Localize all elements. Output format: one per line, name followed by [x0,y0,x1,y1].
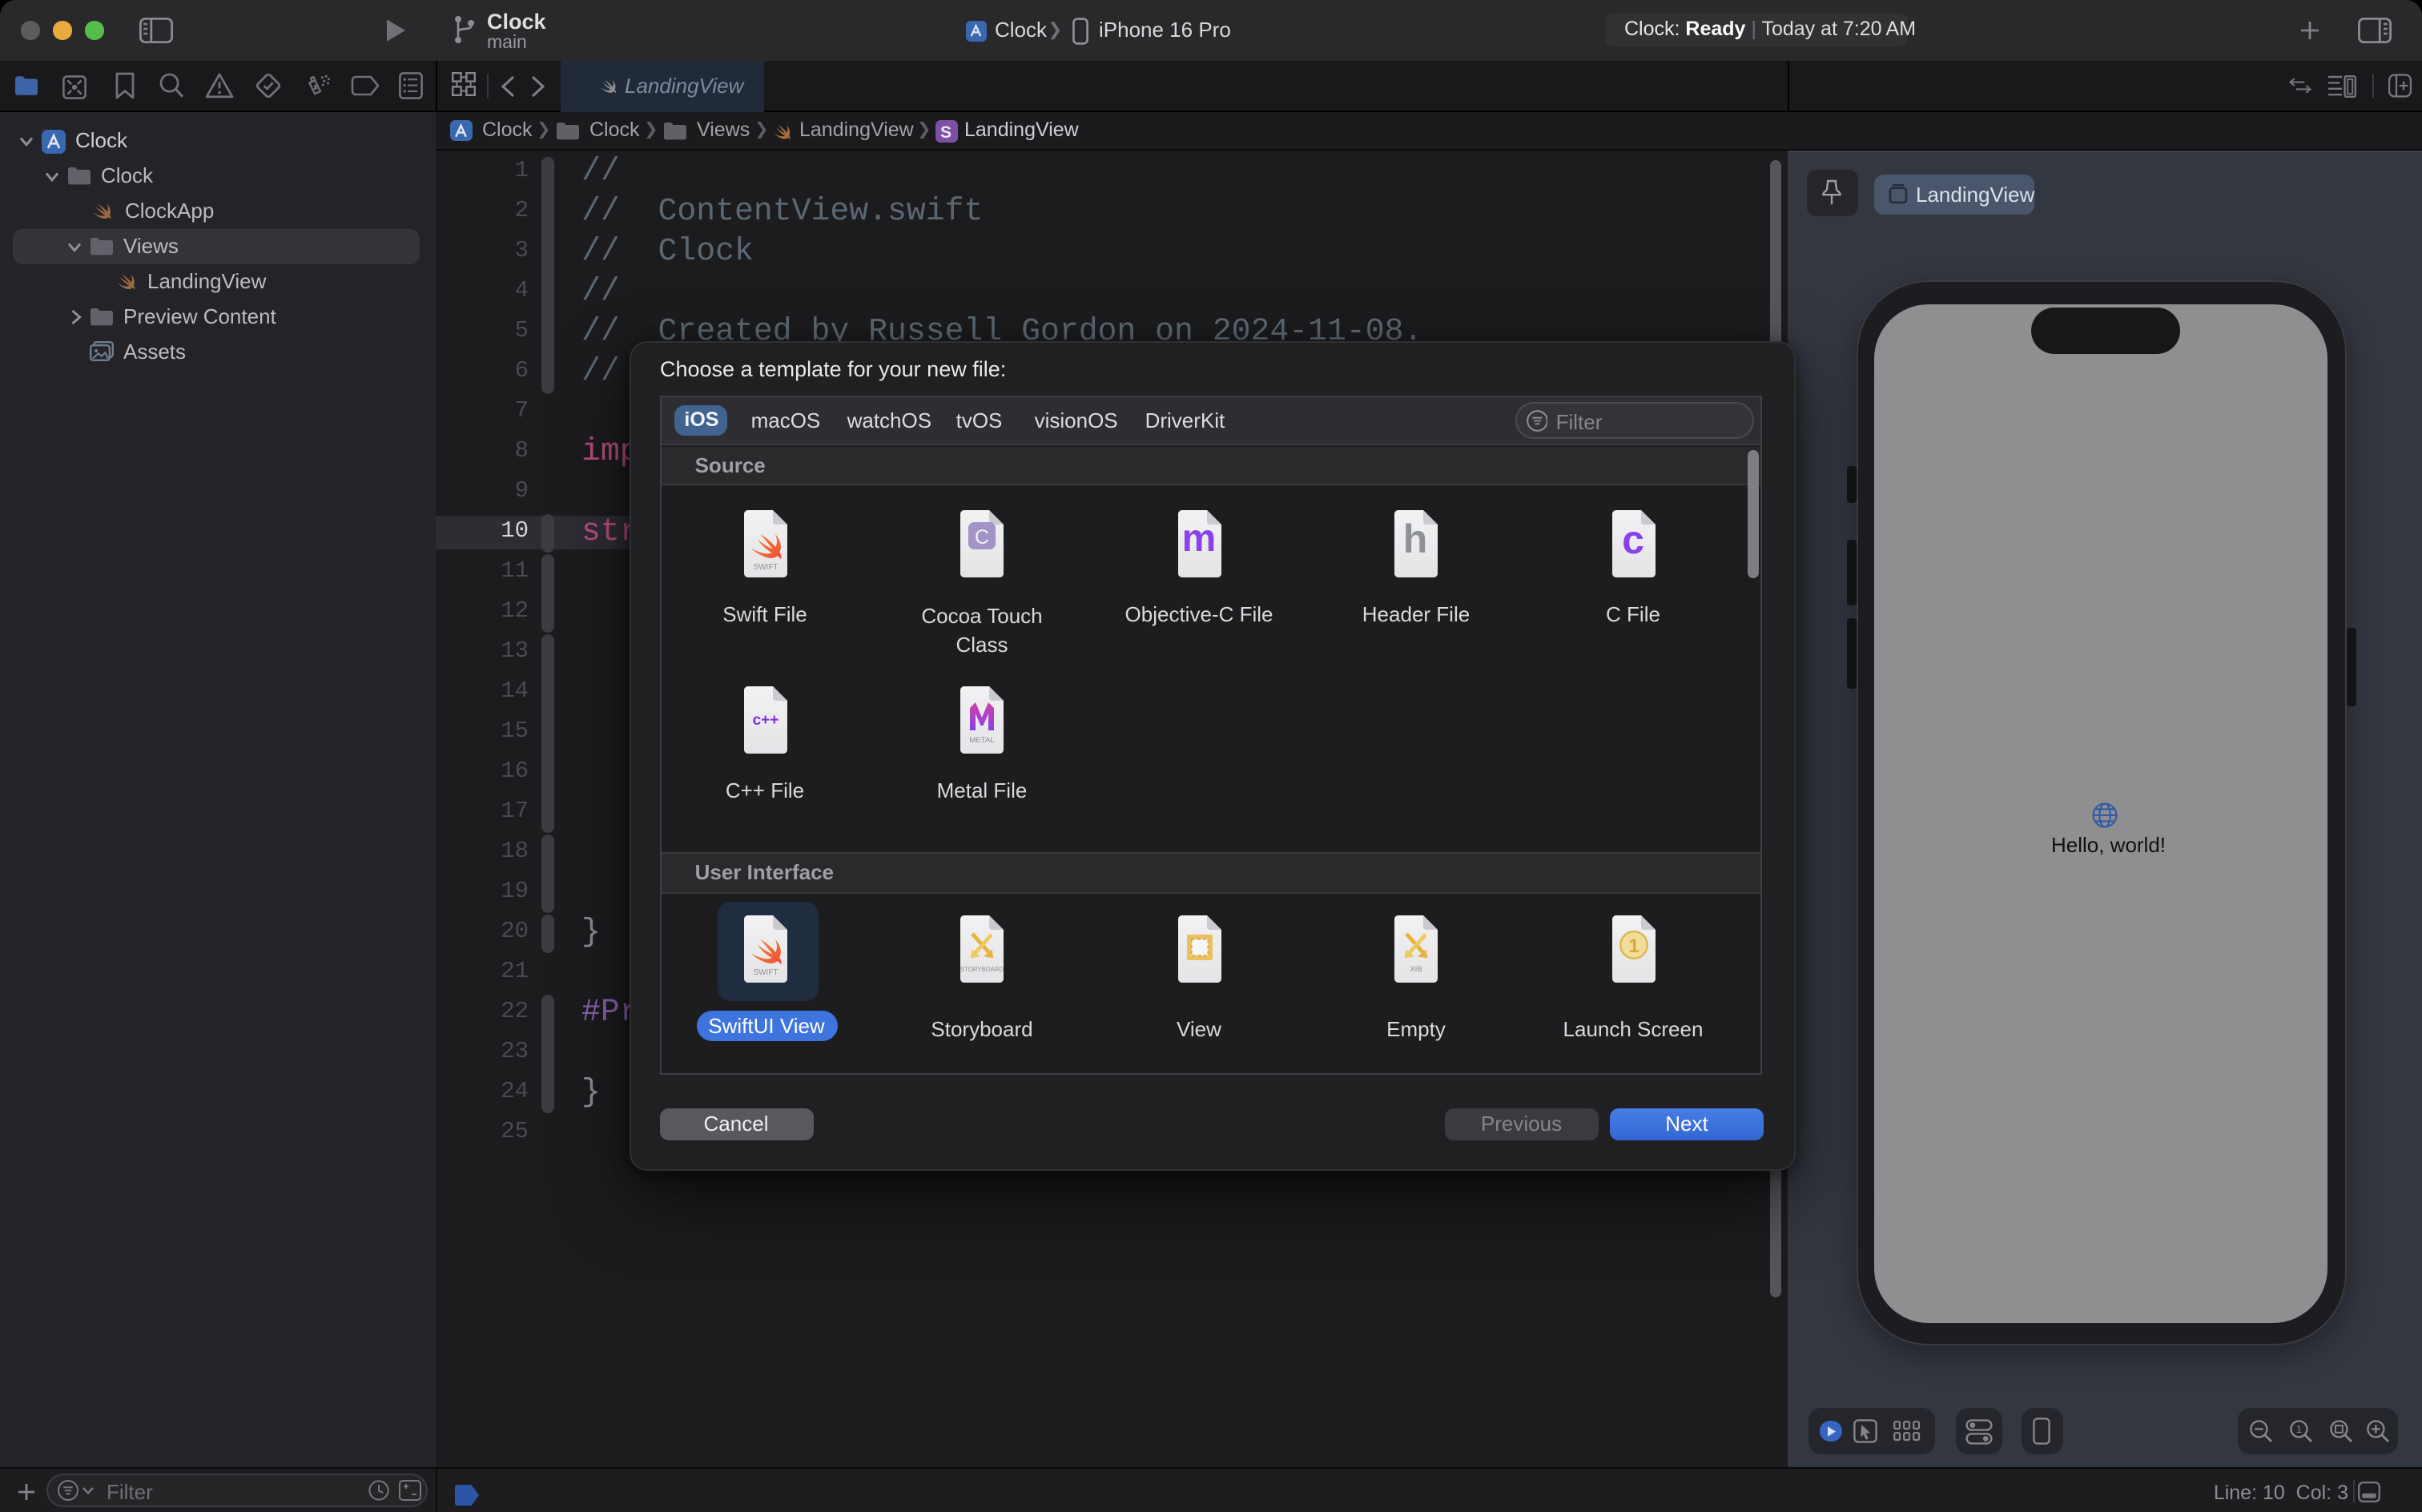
svg-text:C: C [975,525,989,548]
svg-text:STORYBOARD: STORYBOARD [960,966,1004,973]
svg-text:1: 1 [1627,935,1638,957]
svg-text:SWIFT: SWIFT [752,562,777,571]
svg-text:m: m [1181,517,1216,559]
svg-text:METAL: METAL [969,736,995,745]
svg-text:XIB: XIB [1410,965,1422,974]
svg-text:h: h [1403,516,1428,561]
svg-text:1: 1 [2296,1423,2302,1435]
svg-text:c++: c++ [752,712,778,729]
svg-text:c: c [1621,517,1644,561]
svg-text:SWIFT: SWIFT [752,968,777,977]
